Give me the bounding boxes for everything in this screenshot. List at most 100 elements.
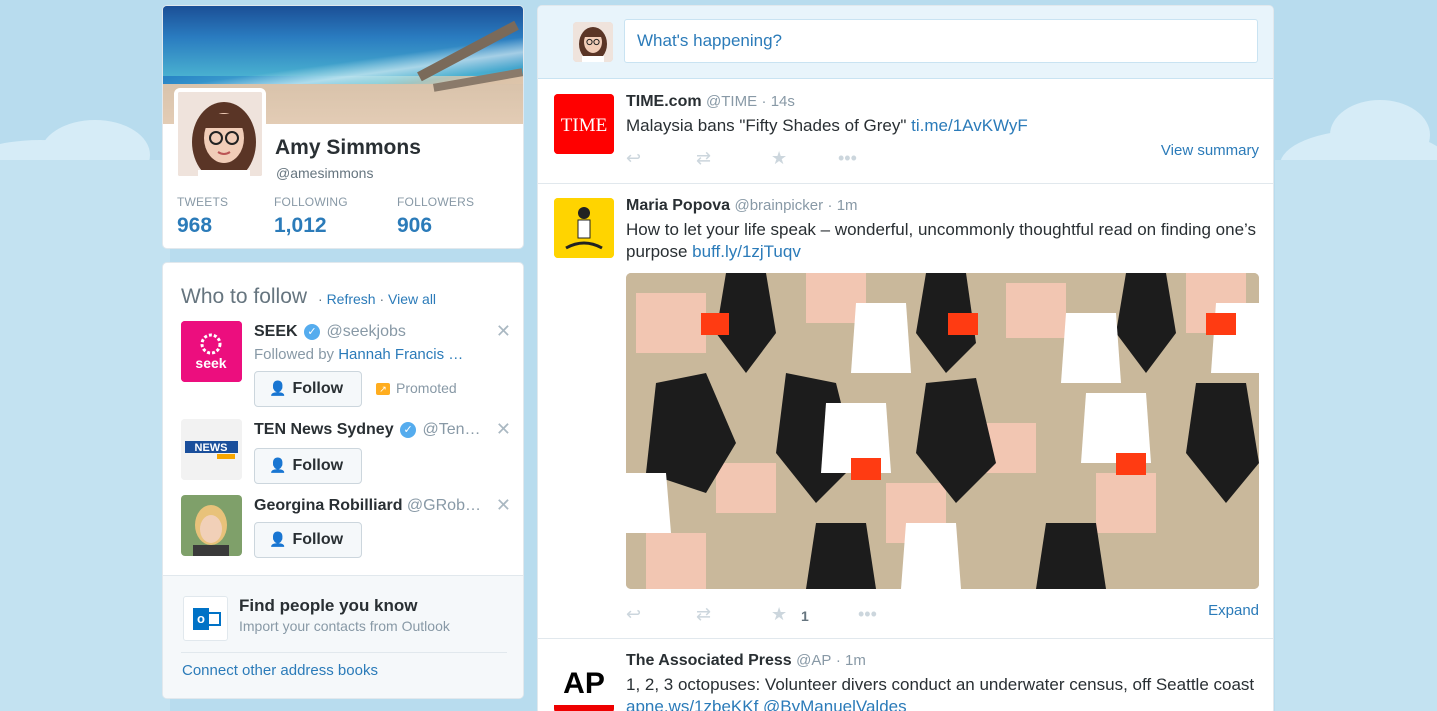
view-summary-link[interactable]: View summary	[1161, 142, 1259, 159]
favorite-icon[interactable]: ★	[771, 604, 787, 625]
who-to-follow-links: · Refresh · View all	[318, 291, 436, 307]
promoted-label: Promoted	[396, 380, 457, 396]
suggestion-display-name: Georgina Robilliard	[254, 497, 403, 514]
tweet-avatar[interactable]: AP	[554, 653, 614, 711]
profile-handle[interactable]: @amesimmons	[276, 165, 373, 181]
followed-by-prefix: Followed by	[254, 346, 335, 363]
tweet-timestamp[interactable]: · 14s	[762, 93, 795, 110]
stat-tweets[interactable]: TWEETS 968	[177, 195, 228, 238]
promoted-badge: ↗ Promoted	[376, 380, 457, 396]
more-icon[interactable]: •••	[838, 148, 857, 169]
seek-logo-icon[interactable]: seek	[181, 321, 242, 382]
suggestion-name[interactable]: TEN News Sydney ✓ @Ten…	[254, 421, 481, 439]
who-to-follow-card: Who to follow · Refresh · View all seek …	[162, 262, 524, 699]
stat-followers[interactable]: FOLLOWERS 906	[397, 195, 474, 238]
profile-name[interactable]: Amy Simmons	[275, 136, 421, 160]
separator: ·	[318, 291, 327, 307]
tweet-link[interactable]: ti.me/1AvKWyF	[911, 116, 1028, 135]
tweet-header: Maria Popova @brainpicker · 1m	[626, 197, 858, 215]
stat-value: 1,012	[274, 214, 327, 237]
outlook-icon[interactable]: o	[183, 596, 228, 641]
retweet-icon[interactable]: ⇄	[696, 148, 711, 169]
tweet-author-name[interactable]: The Associated Press	[626, 652, 792, 669]
avatar-text: AP	[563, 667, 605, 700]
favorite-icon[interactable]: ★	[771, 148, 787, 169]
suggestion-name[interactable]: Georgina Robilliard @GRob…	[254, 497, 481, 515]
refresh-link[interactable]: Refresh	[327, 291, 376, 307]
tweet[interactable]: TIME TIME.com @TIME · 14s Malaysia bans …	[538, 80, 1273, 184]
follow-button[interactable]: 👤 Follow	[254, 371, 362, 407]
svg-text:NEWS: NEWS	[195, 442, 228, 454]
favorite-count: 1	[801, 608, 809, 624]
tweet-mention[interactable]: @ByManuelValdes	[763, 697, 907, 711]
tweet[interactable]: AP The Associated Press @AP · 1m 1, 2, 3…	[538, 639, 1273, 711]
add-user-icon: 👤	[269, 380, 287, 396]
find-people-section: o Find people you know Import your conta…	[163, 576, 523, 698]
retweet-icon[interactable]: ⇄	[696, 604, 711, 625]
expand-link[interactable]: Expand	[1208, 602, 1259, 619]
tweet-timestamp[interactable]: · 1m	[828, 197, 858, 214]
compose-avatar	[573, 22, 613, 62]
stat-label: FOLLOWING	[274, 195, 348, 209]
suggestion-display-name: TEN News Sydney	[254, 421, 394, 438]
tweet-actions: ↩ ⇄ ★ •••	[626, 148, 926, 170]
followed-by-name[interactable]: Hannah Francis …	[338, 346, 463, 363]
tweet-link[interactable]: buff.ly/1zjTuqv	[692, 242, 801, 261]
find-people-title[interactable]: Find people you know	[239, 596, 418, 616]
svg-text:seek: seek	[195, 355, 226, 371]
profile-card: Amy Simmons @amesimmons TWEETS 968 FOLLO…	[162, 5, 524, 249]
dismiss-icon[interactable]: ✕	[496, 419, 511, 440]
follow-label: Follow	[292, 531, 344, 548]
tweet-body: 1, 2, 3 octopuses: Volunteer divers cond…	[626, 675, 1255, 694]
verified-icon: ✓	[400, 422, 417, 438]
tweet-timestamp[interactable]: · 1m	[836, 652, 866, 669]
reply-icon[interactable]: ↩	[626, 604, 641, 625]
suggestion-seek: seek SEEK ✓ @seekjobs ✕ Followed by Hann…	[181, 321, 511, 411]
background-cloud	[0, 160, 170, 711]
tweet[interactable]: Maria Popova @brainpicker · 1m How to le…	[538, 184, 1273, 639]
tweet-author-handle[interactable]: @brainpicker	[734, 197, 823, 214]
divider	[181, 652, 507, 653]
find-people-subtitle: Import your contacts from Outlook	[239, 618, 450, 634]
tweet-media-image[interactable]	[626, 273, 1259, 589]
tweet-author-handle[interactable]: @TIME	[706, 93, 757, 110]
tweet-body: Malaysia bans "Fifty Shades of Grey"	[626, 116, 912, 135]
avatar[interactable]	[174, 88, 266, 180]
compose-tweet-input[interactable]: What's happening?	[624, 19, 1258, 63]
promoted-icon: ↗	[376, 383, 390, 395]
timeline: What's happening? TIME TIME.com @TIME · …	[537, 5, 1274, 711]
avatar-text: TIME	[561, 115, 607, 136]
tweet-author-handle[interactable]: @AP	[796, 652, 831, 669]
more-icon[interactable]: •••	[858, 604, 877, 625]
ten-news-logo-icon[interactable]: NEWS	[181, 419, 242, 480]
tweet-header: TIME.com @TIME · 14s	[626, 93, 795, 111]
add-user-icon: 👤	[269, 531, 287, 547]
background-cloud	[1275, 160, 1437, 711]
suggestion-handle: @Ten…	[422, 421, 481, 438]
connect-address-books-link[interactable]: Connect other address books	[182, 662, 378, 679]
tweet-actions: ↩ ⇄ ★ 1 •••	[626, 604, 926, 626]
follow-label: Follow	[292, 380, 344, 397]
verified-icon: ✓	[304, 324, 321, 340]
add-user-icon: 👤	[269, 457, 287, 473]
tweet-avatar[interactable]: TIME	[554, 94, 614, 154]
follow-button[interactable]: 👤 Follow	[254, 448, 362, 484]
tweet-avatar[interactable]	[554, 198, 614, 258]
dismiss-icon[interactable]: ✕	[496, 495, 511, 516]
suggestion-handle: @seekjobs	[326, 323, 406, 340]
tweet-author-name[interactable]: TIME.com	[626, 93, 702, 110]
tweet-author-name[interactable]: Maria Popova	[626, 197, 730, 214]
follow-button[interactable]: 👤 Follow	[254, 522, 362, 558]
stat-following[interactable]: FOLLOWING 1,012	[274, 195, 348, 238]
who-to-follow-title: Who to follow	[181, 285, 308, 308]
tweet-header: The Associated Press @AP · 1m	[626, 652, 866, 670]
view-all-link[interactable]: View all	[388, 291, 436, 307]
dismiss-icon[interactable]: ✕	[496, 321, 511, 342]
user-photo-icon[interactable]	[181, 495, 242, 556]
tweet-link[interactable]: apne.ws/1zbeKKf	[626, 697, 758, 711]
suggestion-name[interactable]: SEEK ✓ @seekjobs	[254, 323, 406, 341]
stat-label: FOLLOWERS	[397, 195, 475, 209]
followed-by: Followed by Hannah Francis …	[254, 346, 463, 363]
suggestion-georgina: Georgina Robilliard @GRob… ✕ 👤 Follow	[181, 495, 511, 565]
reply-icon[interactable]: ↩	[626, 148, 641, 169]
